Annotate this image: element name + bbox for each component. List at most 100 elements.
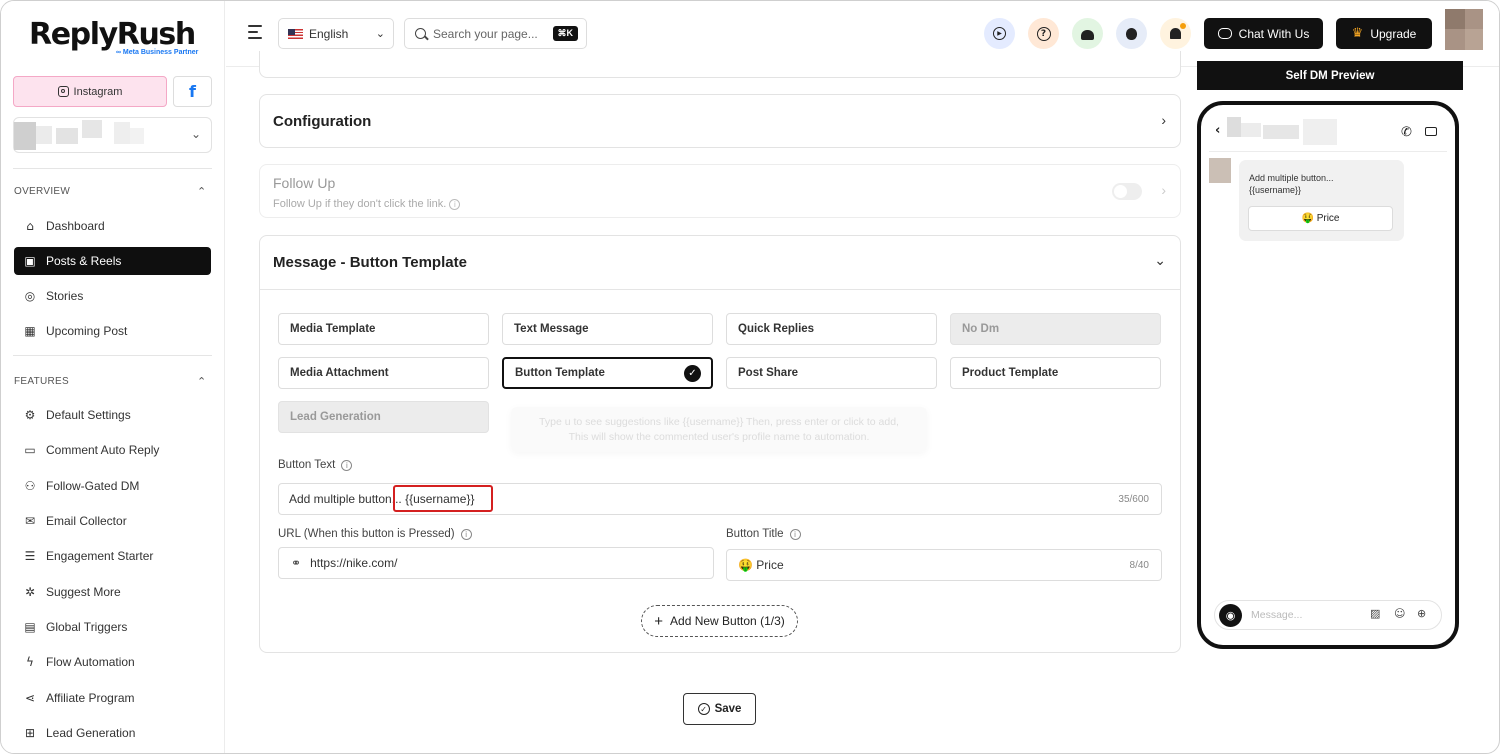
sticker-icon[interactable]: ☺ <box>1394 607 1405 620</box>
char-counter: 35/600 <box>1118 493 1149 505</box>
sidebar-item-label: Suggest More <box>46 585 121 599</box>
chevron-up-icon[interactable]: ⌃ <box>197 185 206 198</box>
template-post-share[interactable]: Post Share <box>726 357 937 389</box>
section-features-title: FEATURES <box>14 376 69 387</box>
url-input[interactable]: ⚭ https://nike.com/ <box>278 547 714 579</box>
composer-placeholder: Message... <box>1251 609 1303 621</box>
instagram-label: Instagram <box>73 85 123 98</box>
app-window: ReplyRush ∞ Meta Business Partner Instag… <box>0 0 1500 754</box>
add-new-button[interactable]: + Add New Button (1/3) <box>641 605 798 637</box>
sidebar-item-label: Follow-Gated DM <box>46 479 140 493</box>
configuration-card[interactable]: Configuration › <box>259 94 1181 148</box>
follow-up-subtitle: Follow Up if they don't click the link. … <box>273 198 461 210</box>
sidebar-item-flow-automation[interactable]: ϟ Flow Automation <box>14 648 211 676</box>
shortcut-badge: ⌘K <box>552 26 578 41</box>
instagram-button[interactable]: Instagram <box>13 76 167 107</box>
sidebar-item-global-triggers[interactable]: ▤ Global Triggers <box>14 613 211 641</box>
sidebar-item-label: Email Collector <box>46 514 127 528</box>
language-select[interactable]: English ⌄ <box>278 18 394 49</box>
template-product-template[interactable]: Product Template <box>950 357 1161 389</box>
chevron-up-icon[interactable]: ⌃ <box>197 375 206 388</box>
android-icon[interactable] <box>1072 18 1103 49</box>
sidebar-item-lead-generation[interactable]: ⊞ Lead Generation <box>14 719 211 747</box>
sidebar-item-posts-reels[interactable]: ▣ Posts & Reels <box>14 247 211 275</box>
account-selector[interactable]: ⌄ <box>13 117 212 153</box>
section-overview-title: OVERVIEW <box>14 186 71 197</box>
image-icon: ▣ <box>24 254 36 268</box>
sidebar-item-label: Comment Auto Reply <box>46 443 160 457</box>
play-icon[interactable]: ▶ <box>984 18 1015 49</box>
sidebar-item-affiliate-program[interactable]: ⋖ Affiliate Program <box>14 684 211 712</box>
sidebar-item-engagement-starter[interactable]: ☰ Engagement Starter <box>14 542 211 570</box>
mail-icon: ✉ <box>24 514 36 528</box>
sidebar-item-comment-auto-reply[interactable]: ▭ Comment Auto Reply <box>14 436 211 464</box>
sender-avatar <box>1209 158 1231 183</box>
self-dm-preview-header: Self DM Preview <box>1197 61 1463 90</box>
add-icon[interactable]: ⊕ <box>1417 607 1426 620</box>
calendar-icon: ▦ <box>24 324 36 338</box>
phone-preview: ‹ ✆ Add multiple button... {{username}} … <box>1197 101 1459 649</box>
template-no-dm: No Dm <box>950 313 1161 345</box>
follow-up-toggle[interactable] <box>1112 183 1142 200</box>
sidebar-item-email-collector[interactable]: ✉ Email Collector <box>14 507 211 535</box>
divider <box>1209 151 1447 152</box>
instagram-icon <box>57 86 69 97</box>
avatar[interactable] <box>1445 9 1483 50</box>
chat-with-us-button[interactable]: Chat With Us <box>1204 18 1323 49</box>
chevron-right-icon: › <box>1161 112 1166 128</box>
us-flag-icon <box>288 28 303 39</box>
info-icon: i <box>460 528 472 540</box>
template-media-template[interactable]: Media Template <box>278 313 489 345</box>
facebook-icon: f <box>189 82 196 101</box>
sidebar-item-stories[interactable]: ◎ Stories <box>14 282 211 310</box>
menu-icon[interactable] <box>248 25 262 43</box>
info-icon: i <box>449 199 461 210</box>
save-button[interactable]: ✓ Save <box>683 693 756 725</box>
chevron-right-icon: › <box>1161 182 1166 198</box>
apple-icon[interactable] <box>1116 18 1147 49</box>
sidebar-item-dashboard[interactable]: ⌂ Dashboard <box>14 212 211 240</box>
sidebar-item-follow-gated-dm[interactable]: ⚇ Follow-Gated DM <box>14 472 211 500</box>
add-button-label: Add New Button (1/3) <box>670 614 785 628</box>
message-composer[interactable]: ◉ Message... ▨ ☺ ⊕ <box>1214 600 1442 630</box>
link-icon: ⚭ <box>291 556 302 570</box>
gallery-icon[interactable]: ▨ <box>1370 607 1380 620</box>
facebook-button[interactable]: f <box>173 76 212 107</box>
check-icon: ✓ <box>684 365 701 382</box>
chat-icon <box>1217 28 1232 39</box>
template-quick-replies[interactable]: Quick Replies <box>726 313 937 345</box>
search-input[interactable]: Search your page... ⌘K <box>404 18 587 49</box>
sidebar-item-label: Default Settings <box>46 408 131 422</box>
sidebar-item-suggest-more[interactable]: ✲ Suggest More <box>14 578 211 606</box>
info-icon: i <box>341 459 353 471</box>
divider <box>13 355 212 356</box>
preview-price-button[interactable]: 🤑 Price <box>1248 206 1393 231</box>
sidebar-item-label: Flow Automation <box>46 655 135 669</box>
chevron-down-icon: ⌄ <box>190 127 201 141</box>
cog-plus-icon: ✲ <box>24 585 36 599</box>
back-icon: ‹ <box>1215 123 1221 138</box>
sidebar-item-label: Stories <box>46 289 84 303</box>
template-media-attachment[interactable]: Media Attachment <box>278 357 489 389</box>
save-icon: ✓ <box>697 703 710 715</box>
url-label: URL (When this button is Pressed) i <box>278 528 472 540</box>
bell-icon[interactable] <box>1160 18 1191 49</box>
button-title-input[interactable]: 🤑 Price 8/40 <box>726 549 1162 581</box>
camera-icon[interactable]: ◉ <box>1219 604 1242 627</box>
help-icon[interactable]: ? <box>1028 18 1059 49</box>
sidebar-item-default-settings[interactable]: ⚙ Default Settings <box>14 401 211 429</box>
template-button-template[interactable]: Button Template ✓ <box>502 357 713 389</box>
video-icon <box>1425 125 1437 140</box>
upgrade-button[interactable]: ♛ Upgrade <box>1336 18 1432 49</box>
url-value: https://nike.com/ <box>310 556 398 570</box>
sidebar-item-label: Dashboard <box>46 219 105 233</box>
button-title-value: 🤑 Price <box>738 558 784 572</box>
template-text-message[interactable]: Text Message <box>502 313 713 345</box>
list-icon: ▤ <box>24 620 36 634</box>
chevron-down-icon[interactable]: ⌄ <box>1154 252 1166 269</box>
username-tooltip: Type u to see suggestions like {{usernam… <box>511 407 927 452</box>
sidebar-item-upcoming-post[interactable]: ▦ Upcoming Post <box>14 317 211 345</box>
logo: ReplyRush <box>29 17 196 52</box>
home-icon: ⌂ <box>26 219 34 233</box>
bolt-icon: ϟ <box>26 655 34 669</box>
